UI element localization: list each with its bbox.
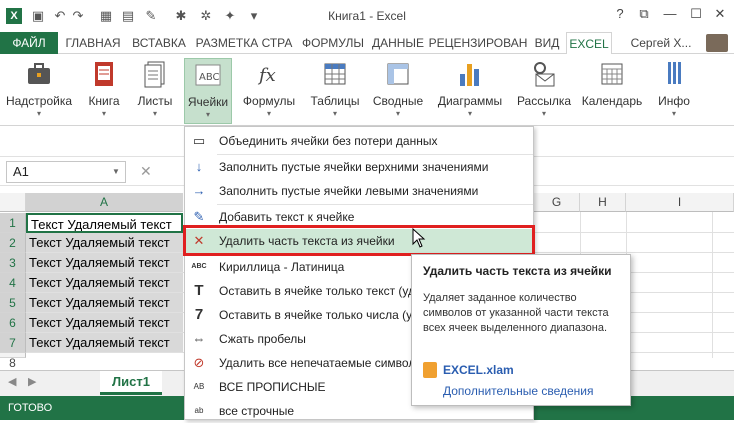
fx-icon: fx: [255, 58, 283, 90]
grid-line: [712, 212, 713, 358]
arrow-right-icon: →: [192, 183, 206, 198]
name-box-dropdown-icon[interactable]: ▼: [112, 167, 120, 176]
calendar-button[interactable]: Календарь: [580, 58, 644, 124]
uppercase-icon: AB: [193, 382, 205, 391]
cancel-icon[interactable]: ✕: [140, 163, 152, 180]
tooltip: Удалить часть текста из ячейки Удаляет з…: [411, 254, 631, 406]
tooltip-title: Удалить часть текста из ячейки: [423, 264, 612, 278]
formulas-button[interactable]: fx Формулы ▾: [240, 58, 298, 124]
menu-item-merge[interactable]: ▭ Объединить ячейки без потери данных: [185, 129, 533, 153]
pencil-icon: ✎: [193, 209, 205, 224]
charts-button[interactable]: Диаграммы ▾: [434, 58, 506, 124]
arrow-down-icon: ↓: [195, 159, 203, 174]
sheet-nav-right-icon[interactable]: ▶: [28, 375, 36, 388]
row-header[interactable]: 3: [0, 253, 26, 273]
pivot-button[interactable]: Сводные ▾: [370, 58, 426, 124]
minimize-button[interactable]: —: [658, 4, 682, 24]
mouse-cursor-icon: [412, 227, 426, 251]
compress-icon: ⇔: [192, 331, 206, 346]
workbook-icon: [90, 58, 118, 90]
row-header[interactable]: 7: [0, 333, 26, 353]
tab-file[interactable]: ФАЙЛ: [0, 32, 58, 54]
abc-icon: ABC: [191, 263, 207, 270]
pivot-icon: [384, 58, 412, 90]
row-header[interactable]: 8: [0, 353, 26, 370]
tab-page-layout[interactable]: РАЗМЕТКА СТРА: [192, 32, 296, 54]
highlight-box: [183, 225, 535, 256]
tooltip-file: EXCEL.xlam: [443, 363, 514, 377]
sheets-icon: [141, 58, 169, 90]
cell-a4[interactable]: Текст Удаляемый текст: [26, 273, 183, 293]
number-seven-icon: 7: [194, 306, 204, 323]
cells-button[interactable]: ABC Ячейки ▾: [184, 58, 232, 124]
column-header-g[interactable]: G: [534, 193, 580, 212]
cell-a7[interactable]: Текст Удаляемый текст: [26, 333, 183, 353]
help-button[interactable]: ?: [608, 4, 632, 24]
maximize-button[interactable]: ☐: [684, 4, 708, 24]
addin-file-icon: [423, 362, 437, 378]
cell-a1[interactable]: Текст Удаляемый текст: [26, 213, 183, 233]
column-header-h[interactable]: H: [580, 193, 626, 212]
cells-abc-icon: ABC: [194, 59, 222, 91]
mailing-icon: [530, 58, 558, 90]
tab-insert[interactable]: ВСТАВКА: [128, 32, 190, 54]
row-header[interactable]: 5: [0, 293, 26, 313]
name-box[interactable]: A1: [6, 161, 126, 183]
menu-item-fill-left[interactable]: → Заполнить пустые ячейки левыми значени…: [185, 179, 533, 203]
ribbon: Надстройка ▾ Книга ▾ Листы ▾ ABC Ячейки ▾ fx…: [0, 54, 734, 126]
cell-a3[interactable]: Текст Удаляемый текст: [26, 253, 183, 273]
row-header[interactable]: 6: [0, 313, 26, 333]
tab-formulas[interactable]: ФОРМУЛЫ: [298, 32, 368, 54]
ribbon-display-button[interactable]: ⧉: [632, 4, 656, 24]
row-header[interactable]: 1: [0, 213, 26, 233]
sheets-button[interactable]: Листы ▾: [132, 58, 178, 124]
select-all-corner[interactable]: [0, 193, 26, 212]
merge-cells-icon: ▭: [192, 133, 206, 148]
close-button[interactable]: ✕: [708, 4, 732, 24]
tooltip-body: Удаляет заданное количество символов от …: [423, 292, 609, 334]
lowercase-icon: ab: [194, 406, 204, 415]
svg-text:ABC: ABC: [199, 72, 220, 83]
column-header-i[interactable]: I: [626, 193, 734, 212]
tooltip-more-info-link[interactable]: Дополнительные сведения: [443, 384, 593, 398]
row-header[interactable]: 2: [0, 233, 26, 253]
bar-chart-icon: [456, 58, 484, 90]
tab-view[interactable]: ВИД: [530, 32, 564, 54]
svg-text:fx: fx: [257, 65, 276, 86]
menu-item-fill-top[interactable]: ↓ Заполнить пустые ячейки верхними значе…: [185, 155, 533, 179]
cell-a6[interactable]: Текст Удаляемый текст: [26, 313, 183, 333]
calendar-icon: [598, 58, 626, 90]
table-icon: [321, 58, 349, 90]
cell-a2[interactable]: Текст Удаляемый текст: [26, 233, 183, 253]
text-t-icon: T: [194, 282, 204, 299]
sheet-nav-left-icon[interactable]: ◀: [8, 375, 16, 388]
briefcase-icon: [25, 58, 53, 90]
cell-a5[interactable]: Текст Удаляемый текст: [26, 293, 183, 313]
row-header[interactable]: 4: [0, 273, 26, 293]
info-button[interactable]: Инфо ▾: [652, 58, 696, 124]
eraser-icon: ⊘: [193, 355, 205, 370]
column-header-a[interactable]: A: [26, 193, 183, 212]
tab-review[interactable]: РЕЦЕНЗИРОВАН: [428, 32, 528, 54]
tab-excel[interactable]: EXCEL: [566, 32, 612, 55]
info-icon: [660, 58, 688, 90]
mailing-button[interactable]: Рассылка ▾: [514, 58, 574, 124]
tables-button[interactable]: Таблицы ▾: [306, 58, 364, 124]
sheet-tab[interactable]: Лист1: [100, 371, 162, 395]
title-bar: X ▣ ↶ ↷ ▦ ▤ ✎ ✱ ✲ ✦ ▾ Книга1 - Excel ? ⧉…: [0, 0, 734, 32]
tab-data[interactable]: ДАННЫЕ: [370, 32, 426, 54]
workbook-button[interactable]: Книга ▾: [84, 58, 124, 124]
addins-button[interactable]: Надстройка ▾: [4, 58, 74, 124]
user-name[interactable]: Сергей Х...: [618, 32, 704, 54]
tab-home[interactable]: ГЛАВНАЯ: [60, 32, 126, 54]
ribbon-tabs: ФАЙЛ ГЛАВНАЯ ВСТАВКА РАЗМЕТКА СТРА ФОРМУ…: [0, 32, 734, 55]
user-avatar[interactable]: [706, 34, 728, 52]
